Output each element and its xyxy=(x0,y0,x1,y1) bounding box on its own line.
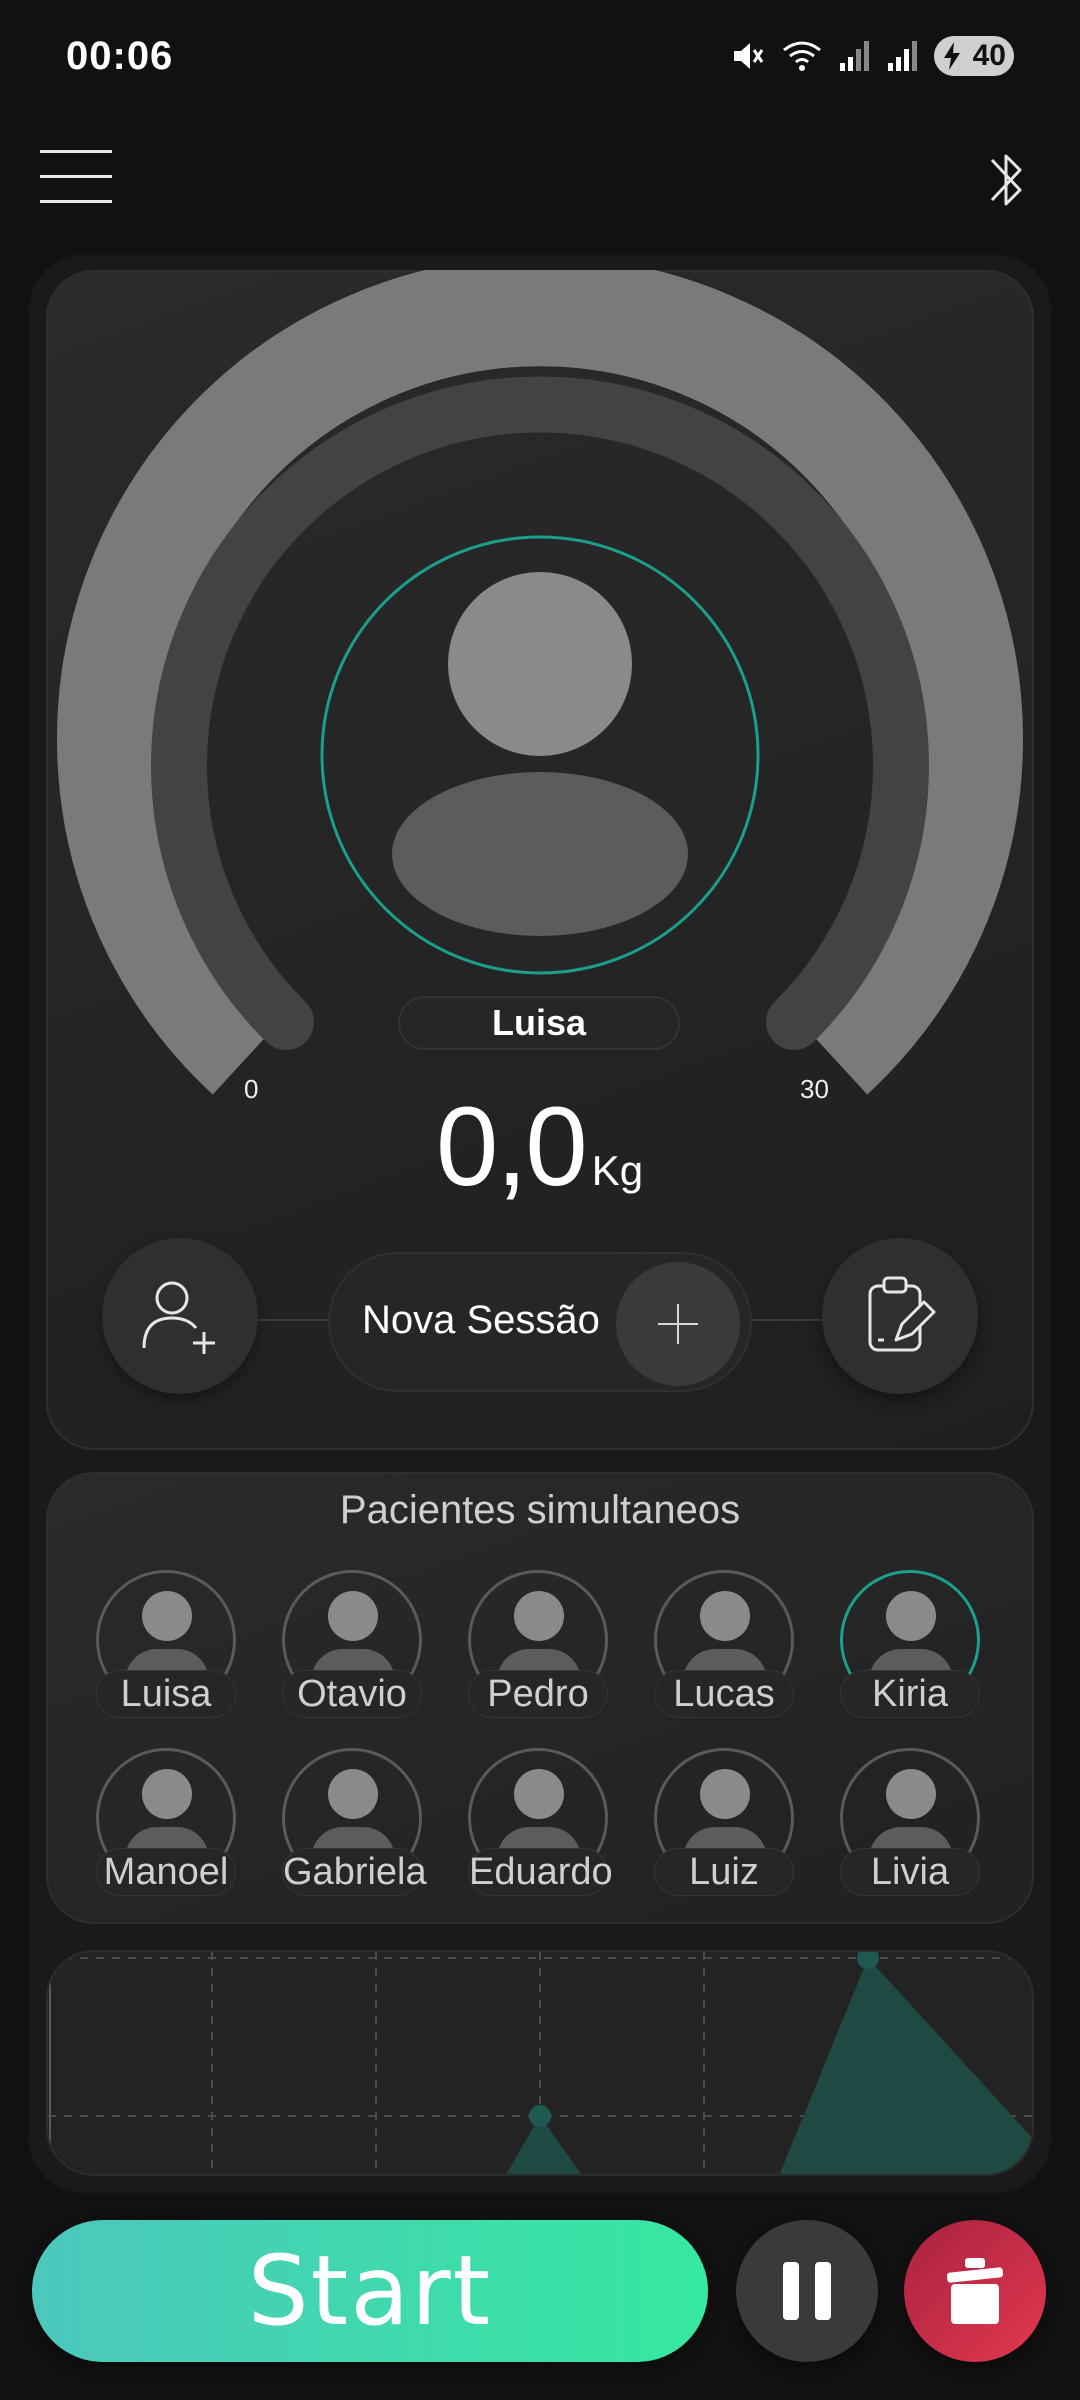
current-patient-name: Luisa xyxy=(398,996,680,1050)
status-time: 00:06 xyxy=(66,34,174,78)
patient-name: Gabriela xyxy=(282,1848,427,1896)
patient-item[interactable]: Kiria xyxy=(794,1570,980,1740)
user-avatar-icon xyxy=(514,1591,564,1641)
user-avatar-icon xyxy=(142,1769,192,1819)
user-avatar-icon xyxy=(700,1769,750,1819)
weight-readout: 0,0 Kg xyxy=(436,1082,643,1211)
patient-name: Manoel xyxy=(96,1848,236,1896)
avatar-body xyxy=(392,772,688,936)
plus-icon xyxy=(658,1304,698,1344)
charging-icon xyxy=(944,42,960,70)
battery-indicator: 40 xyxy=(934,36,1014,76)
weight-chart-svg xyxy=(48,1952,1032,2174)
user-avatar-icon xyxy=(328,1769,378,1819)
patient-item[interactable]: Pedro xyxy=(422,1570,608,1740)
connector-line-right xyxy=(744,1319,828,1321)
start-button[interactable]: Start xyxy=(32,2220,708,2362)
patient-item[interactable]: Otavio xyxy=(236,1570,422,1740)
patient-item[interactable]: Luisa xyxy=(50,1570,236,1740)
patient-name: Lucas xyxy=(654,1670,794,1718)
signal-icon xyxy=(840,41,869,71)
chart-point-1 xyxy=(529,2105,551,2127)
patient-name: Luiz xyxy=(654,1848,794,1896)
weight-chart xyxy=(46,1950,1034,2176)
hamburger-menu-icon[interactable] xyxy=(40,150,112,212)
gauge-max-label: 30 xyxy=(800,1074,829,1104)
connector-line-left xyxy=(256,1319,336,1321)
signal-icon-2 xyxy=(888,41,917,71)
weight-unit: Kg xyxy=(591,1147,644,1194)
mute-icon xyxy=(734,43,764,69)
clipboard-edit-icon xyxy=(868,1276,936,1352)
user-avatar-icon xyxy=(700,1591,750,1641)
pause-icon xyxy=(783,2262,831,2320)
patient-name: Otavio xyxy=(282,1670,422,1718)
patient-item[interactable]: Luiz xyxy=(608,1748,794,1918)
user-avatar-icon xyxy=(886,1591,936,1641)
pause-button[interactable] xyxy=(736,2220,878,2362)
patient-item[interactable]: Eduardo xyxy=(422,1748,613,1918)
user-avatar-icon xyxy=(514,1769,564,1819)
new-session-add-button[interactable] xyxy=(616,1262,740,1386)
trash-button[interactable] xyxy=(904,2220,1046,2362)
battery-level: 40 xyxy=(972,39,1006,72)
patient-name: Eduardo xyxy=(468,1848,613,1896)
patients-title: Pacientes simultaneos xyxy=(339,1488,741,1532)
user-avatar-icon xyxy=(328,1591,378,1641)
status-bar: 00:06 40 xyxy=(0,0,1080,120)
chart-area-2 xyxy=(779,1958,1032,2174)
patient-name: Pedro xyxy=(468,1670,608,1718)
bluetooth-icon[interactable] xyxy=(982,138,1030,222)
weight-value: 0,0 xyxy=(436,1084,588,1209)
trash-icon xyxy=(946,2258,1004,2324)
user-avatar-icon xyxy=(142,1591,192,1641)
gauge-min-label: 0 xyxy=(244,1074,259,1104)
patient-item[interactable]: Gabriela xyxy=(236,1748,427,1918)
status-icons: 40 xyxy=(730,36,1014,76)
patient-name: Luisa xyxy=(96,1670,236,1718)
user-avatar-icon xyxy=(886,1769,936,1819)
add-user-button[interactable] xyxy=(102,1238,258,1394)
patient-item[interactable]: Lucas xyxy=(608,1570,794,1740)
patient-name: Kiria xyxy=(840,1670,980,1718)
patient-item[interactable]: Manoel xyxy=(50,1748,236,1918)
add-user-icon xyxy=(142,1281,215,1354)
report-button[interactable] xyxy=(822,1238,978,1394)
wifi-icon xyxy=(783,41,821,71)
avatar-head xyxy=(448,572,632,756)
patient-name: Livia xyxy=(840,1848,980,1896)
patient-item[interactable]: Livia xyxy=(794,1748,980,1918)
new-session-label: Nova Sessão xyxy=(362,1298,600,1342)
